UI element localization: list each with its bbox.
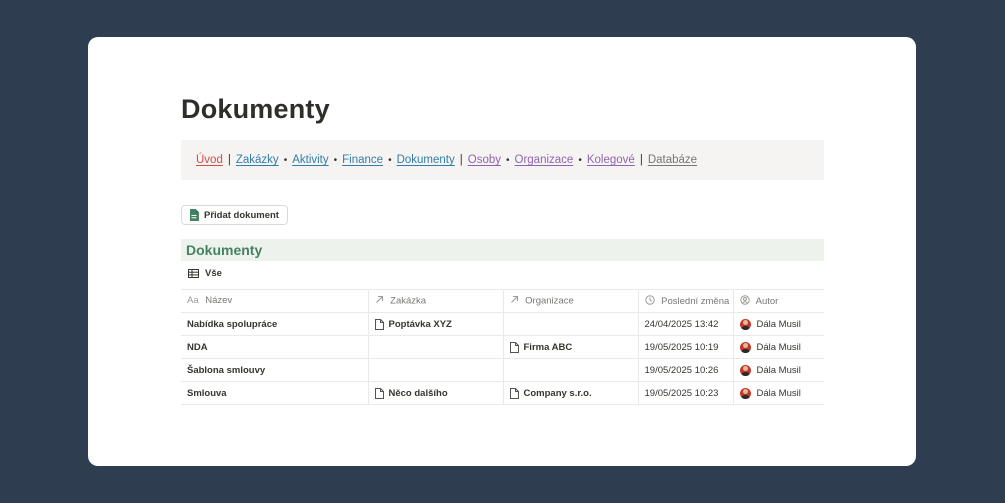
table-row[interactable]: Smlouva Něco dalšího Company s.r.o. 19/05/2… <box>181 381 824 405</box>
author-name: Dála Musil <box>756 364 801 376</box>
modified-date: 19/05/2025 10:26 <box>644 364 719 376</box>
zakazka-cell[interactable]: Poptávka XYZ <box>368 312 504 336</box>
avatar <box>739 341 751 353</box>
organizace-cell[interactable] <box>503 358 639 382</box>
column-label: Zakázka <box>390 295 427 307</box>
nav-link[interactable]: Databáze <box>648 154 697 166</box>
table-row[interactable]: Nabídka spolupráce Poptávka XYZ 24/04/2025… <box>181 312 824 336</box>
column-label: Autor <box>755 295 779 307</box>
view-tab-all[interactable]: Vše <box>188 268 222 279</box>
avatar <box>739 387 751 399</box>
document-name-cell[interactable]: NDA <box>181 335 369 359</box>
nav-link[interactable]: Finance <box>342 154 383 166</box>
nav-separator: | <box>227 154 231 166</box>
modified-date: 19/05/2025 10:23 <box>644 387 719 399</box>
nav-separator: • <box>506 154 510 166</box>
page-icon <box>374 318 384 330</box>
column-header-posledni-zmena[interactable]: Poslední změna <box>638 289 734 313</box>
document-name[interactable]: NDA <box>187 342 208 353</box>
page-title: Dokumenty <box>181 94 330 124</box>
modified-date: 24/04/2025 13:42 <box>644 318 719 330</box>
navigation-bar: Úvod | Zakázky • Aktivity • Finance • Dokumenty |… <box>181 140 824 180</box>
page-icon <box>509 387 519 399</box>
avatar <box>739 318 751 330</box>
add-document-button[interactable]: Přidat dokument <box>181 205 288 225</box>
zakazka-cell[interactable] <box>368 358 504 382</box>
column-label: Organizace <box>525 295 574 307</box>
add-document-label: Přidat dokument <box>204 209 279 221</box>
document-icon <box>190 209 199 221</box>
column-header-autor[interactable]: Autor <box>733 289 824 313</box>
column-label: Název <box>205 295 233 307</box>
nav-link[interactable]: Osoby <box>468 154 501 166</box>
column-label: Poslední změna <box>661 295 730 307</box>
column-header-zakazka[interactable]: Zakázka <box>368 289 504 313</box>
document-name[interactable]: Smlouva <box>187 388 227 399</box>
page-card: Dokumenty Úvod | Zakázky • Aktivity • Finance •… <box>88 37 916 466</box>
nav-separator: | <box>459 154 463 166</box>
document-name-cell[interactable]: Šablona smlouvy <box>181 358 369 382</box>
clock-icon <box>644 294 655 308</box>
avatar <box>739 364 751 376</box>
author-cell[interactable]: Dála Musil <box>733 358 824 382</box>
modified-cell: 19/05/2025 10:19 <box>638 335 734 359</box>
relation-arrow-icon <box>510 295 519 307</box>
table-icon <box>188 269 199 278</box>
modified-cell: 24/04/2025 13:42 <box>638 312 734 336</box>
author-cell[interactable]: Dála Musil <box>733 312 824 336</box>
view-tab-label: Vše <box>205 268 222 279</box>
organizace-link[interactable]: Firma ABC <box>524 342 573 353</box>
organizace-link[interactable]: Company s.r.o. <box>524 388 592 399</box>
modified-date: 19/05/2025 10:19 <box>644 341 719 353</box>
author-name: Dála Musil <box>756 341 801 353</box>
nav-link[interactable]: Dokumenty <box>397 154 455 166</box>
document-name-cell[interactable]: Nabídka spolupráce <box>181 312 369 336</box>
organizace-cell[interactable]: Firma ABC <box>503 335 639 359</box>
person-icon <box>739 294 750 308</box>
author-name: Dála Musil <box>756 318 801 330</box>
nav-link[interactable]: Organizace <box>515 154 574 166</box>
document-name-cell[interactable]: Smlouva <box>181 381 369 405</box>
nav-link[interactable]: Úvod <box>196 154 223 166</box>
document-name[interactable]: Nabídka spolupráce <box>187 319 277 330</box>
nav-separator: • <box>333 154 338 166</box>
table-row[interactable]: Šablona smlouvy 19/05/2025 10:26 Dála Musi… <box>181 358 824 382</box>
nav-link[interactable]: Aktivity <box>292 154 328 166</box>
organizace-cell[interactable]: Company s.r.o. <box>503 381 639 405</box>
document-name[interactable]: Šablona smlouvy <box>187 365 265 376</box>
nav-separator: • <box>283 154 288 166</box>
page-icon <box>509 341 519 353</box>
zakazka-link[interactable]: Poptávka XYZ <box>389 319 452 330</box>
zakazka-cell[interactable] <box>368 335 504 359</box>
documents-table: Aa Název Zakázka Organizace Poslední změ… <box>181 289 824 405</box>
modified-cell: 19/05/2025 10:23 <box>638 381 734 405</box>
author-cell[interactable]: Dála Musil <box>733 381 824 405</box>
zakazka-cell[interactable]: Něco dalšího <box>368 381 504 405</box>
nav-separator: • <box>388 154 392 166</box>
column-header-nazev[interactable]: Aa Název <box>181 289 369 313</box>
zakazka-link[interactable]: Něco dalšího <box>389 388 448 399</box>
table-header-row: Aa Název Zakázka Organizace Poslední změ… <box>181 289 824 313</box>
nav-link[interactable]: Kolegové <box>587 154 635 166</box>
column-header-organizace[interactable]: Organizace <box>503 289 639 313</box>
organizace-cell[interactable] <box>503 312 639 336</box>
author-cell[interactable]: Dála Musil <box>733 335 824 359</box>
text-icon: Aa <box>187 295 199 307</box>
nav-link[interactable]: Zakázky <box>236 154 279 166</box>
relation-arrow-icon <box>375 295 384 307</box>
nav-separator: | <box>639 154 643 166</box>
database-title: Dokumenty <box>181 239 824 261</box>
page-icon <box>374 387 384 399</box>
nav-separator: • <box>578 154 582 166</box>
table-row[interactable]: NDA Firma ABC 19/05/2025 10:19 Dála Musil <box>181 335 824 359</box>
author-name: Dála Musil <box>756 387 801 399</box>
modified-cell: 19/05/2025 10:26 <box>638 358 734 382</box>
